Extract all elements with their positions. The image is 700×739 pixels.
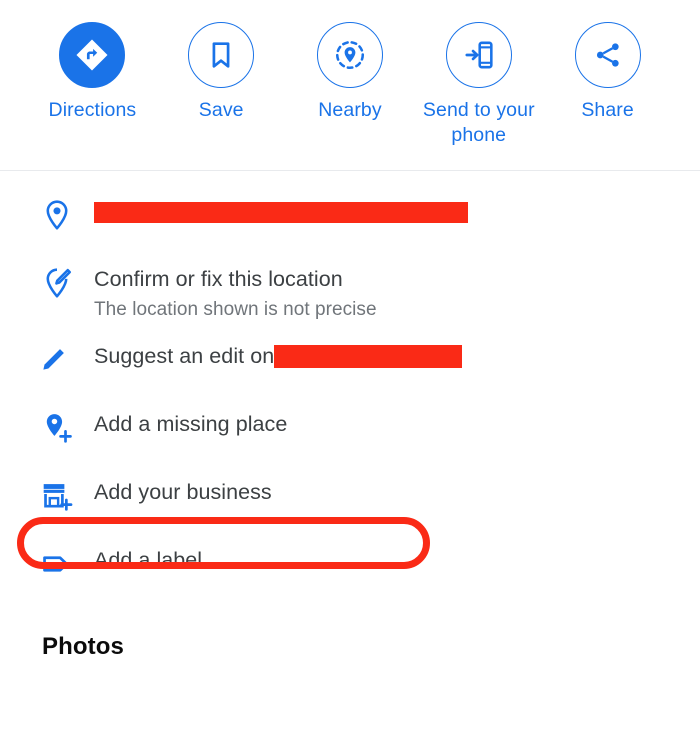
list-item-primary-label: Add a missing place bbox=[94, 412, 288, 436]
add-label-text-container: Add a label bbox=[94, 545, 202, 575]
list-item-primary-label: Suggest an edit on bbox=[94, 344, 275, 368]
list-item-primary-label-row: Suggest an edit on bbox=[94, 342, 463, 371]
action-button-send-to-phone[interactable]: Send to your phone bbox=[414, 22, 543, 148]
add-missing-place-text-container: Add a missing place bbox=[94, 409, 287, 439]
pencil-icon bbox=[40, 341, 94, 373]
action-button-label: Send to your phone bbox=[422, 99, 535, 146]
action-button-share[interactable]: Share bbox=[543, 22, 672, 123]
action-button-label: Directions bbox=[48, 99, 137, 121]
photos-heading: Photos bbox=[42, 633, 124, 660]
photos-section: Photos bbox=[0, 604, 700, 662]
address-text-container bbox=[94, 196, 468, 223]
action-button-label: Share bbox=[581, 99, 634, 121]
add-your-business-text-container: Add your business bbox=[94, 477, 272, 507]
action-button-label: Save bbox=[198, 99, 244, 121]
add-business-storefront-icon bbox=[40, 477, 94, 513]
list-item-add-label[interactable]: Add a label bbox=[0, 536, 700, 604]
edit-location-icon bbox=[40, 264, 94, 300]
action-button-nearby[interactable]: Nearby bbox=[286, 22, 415, 123]
list-item-add-your-business[interactable]: Add your business bbox=[0, 468, 700, 536]
list-item-add-missing-place[interactable]: Add a missing place bbox=[0, 400, 700, 468]
location-pin-icon bbox=[40, 196, 94, 232]
label-tag-icon bbox=[40, 545, 94, 581]
list-item-primary-label: Confirm or fix this location bbox=[94, 267, 343, 291]
list-item-primary-label: Add a label bbox=[94, 548, 203, 572]
redacted-address-block bbox=[94, 202, 468, 223]
action-button-directions[interactable]: Directions bbox=[28, 22, 157, 123]
share-icon bbox=[574, 22, 641, 88]
list-item-secondary-label: The location shown is not precise bbox=[94, 299, 377, 320]
send-to-phone-icon bbox=[445, 22, 512, 88]
list-item-confirm-location[interactable]: Confirm or fix this location The locatio… bbox=[0, 255, 700, 332]
add-place-pin-icon bbox=[40, 409, 94, 445]
place-info-list: Confirm or fix this location The locatio… bbox=[0, 171, 700, 604]
list-item-primary-label: Add your business bbox=[94, 480, 272, 504]
action-button-label: Nearby bbox=[318, 99, 382, 121]
confirm-location-text-container: Confirm or fix this location The locatio… bbox=[94, 264, 377, 323]
action-button-save[interactable]: Save bbox=[157, 22, 286, 123]
action-button-bar: Directions Save Nearby Send to your phon… bbox=[0, 0, 700, 170]
list-item-suggest-edit[interactable]: Suggest an edit on bbox=[0, 332, 700, 400]
bookmark-icon bbox=[188, 22, 255, 88]
directions-icon bbox=[59, 22, 126, 88]
list-item-address[interactable] bbox=[0, 187, 700, 255]
redacted-site-name-block bbox=[274, 345, 463, 368]
suggest-edit-text-container: Suggest an edit on bbox=[94, 341, 463, 371]
nearby-search-icon bbox=[316, 22, 383, 88]
